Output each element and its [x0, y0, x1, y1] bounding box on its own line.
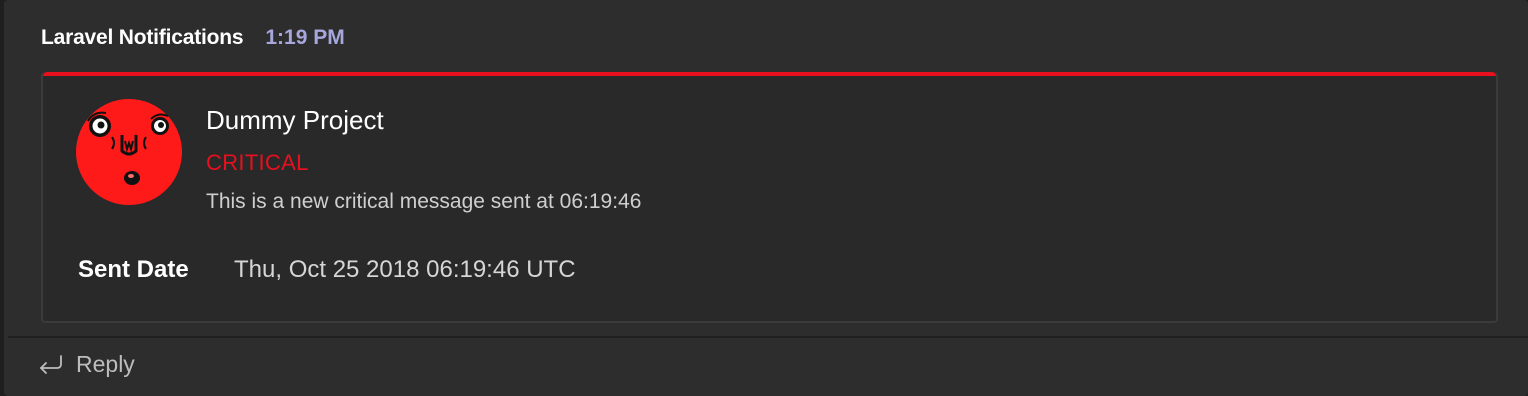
message-header: Laravel Notifications 1:19 PM	[41, 26, 345, 56]
sender-name[interactable]: Laravel Notifications	[41, 26, 244, 50]
message-timestamp: 1:19 PM	[265, 26, 345, 49]
severity-label: CRITICAL	[206, 150, 309, 175]
card-accent-bar	[43, 72, 1496, 76]
card-title: Dummy Project	[206, 105, 384, 135]
reply-button[interactable]: Reply	[36, 344, 135, 384]
fact-value-sent-date: Thu, Oct 25 2018 06:19:46 UTC	[234, 256, 576, 283]
reply-divider	[8, 336, 1528, 338]
app-frame: Laravel Notifications 1:19 PM Dummy Proj…	[0, 0, 1528, 396]
reply-label: Reply	[76, 350, 135, 377]
red-face-avatar-icon	[76, 99, 182, 205]
reply-arrow-icon	[40, 355, 62, 374]
card-message-text: This is a new critical message sent at 0…	[206, 190, 642, 213]
fact-label-sent-date: Sent Date	[78, 256, 189, 283]
message-panel: Laravel Notifications 1:19 PM Dummy Proj…	[4, 0, 1528, 396]
notification-card: Dummy Project CRITICAL This is a new cri…	[41, 72, 1498, 323]
